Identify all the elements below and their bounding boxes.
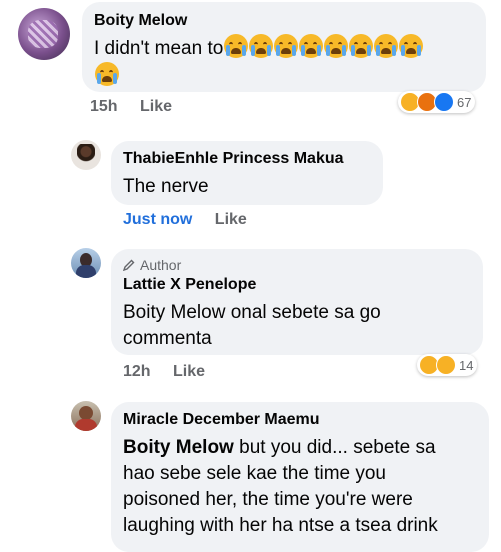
- comment-text-line: poisoned her, the time you're were: [123, 489, 413, 510]
- comment-meta: 12h Like: [123, 363, 223, 381]
- comment-text-body: I didn't mean to: [94, 38, 224, 59]
- avatar[interactable]: [71, 248, 101, 278]
- avatar[interactable]: [71, 140, 101, 170]
- author-name[interactable]: Boity Melow: [94, 12, 486, 30]
- comment-text: The nerve: [123, 176, 209, 197]
- timestamp[interactable]: 15h: [90, 98, 118, 115]
- author-name[interactable]: Lattie X Penelope: [123, 276, 483, 294]
- timestamp[interactable]: 12h: [123, 363, 151, 380]
- comment-meta: 15h Like: [90, 98, 190, 116]
- like-button[interactable]: Like: [173, 363, 205, 380]
- comment-text: Boity Melow but you did... sebete sa hao…: [123, 435, 489, 539]
- wow-icon: [436, 355, 456, 375]
- comment-text: I didn't mean to: [94, 34, 486, 90]
- comment-bubble: Author Lattie X Penelope Boity Melow ona…: [111, 249, 483, 355]
- crying-emoji-icon: [223, 34, 424, 59]
- author-badge: Author: [122, 257, 483, 273]
- pencil-icon: [122, 258, 135, 272]
- timestamp[interactable]: Just now: [123, 211, 192, 228]
- reaction-count: 14: [459, 357, 474, 373]
- author-name[interactable]: ThabieEnhle Princess Makua: [123, 150, 383, 168]
- comment-text-line: Boity Melow but you did... sebete sa: [123, 435, 489, 461]
- comment-text-line: commenta: [123, 328, 212, 349]
- like-button[interactable]: Like: [140, 98, 172, 115]
- comment-meta: Just now Like: [123, 211, 265, 229]
- comment-bubble: Boity Melow I didn't mean to: [82, 2, 486, 92]
- crying-emoji-icon: [94, 62, 119, 87]
- reaction-summary[interactable]: 67: [398, 91, 476, 113]
- comment-text-line: Boity Melow onal sebete sa go: [123, 302, 381, 323]
- comment-text-segment: but you did... sebete sa: [233, 437, 436, 458]
- author-name[interactable]: Miracle December Maemu: [123, 411, 489, 429]
- comment-bubble: Miracle December Maemu Boity Melow but y…: [111, 402, 489, 552]
- avatar[interactable]: [18, 8, 70, 60]
- comment-text-line: laughing with her ha ntse a tsea drink: [123, 515, 438, 536]
- author-badge-label: Author: [140, 257, 182, 273]
- reaction-summary[interactable]: 14: [417, 354, 478, 376]
- comment-bubble: ThabieEnhle Princess Makua The nerve: [111, 141, 383, 205]
- like-icon: [434, 92, 454, 112]
- like-button[interactable]: Like: [215, 211, 247, 228]
- avatar[interactable]: [71, 401, 101, 431]
- reaction-count: 67: [457, 94, 472, 110]
- comment-text-line: hao sebe sele kae the time you: [123, 463, 387, 484]
- comment-text: Boity Melow onal sebete sa go commenta: [123, 300, 483, 352]
- mention-link[interactable]: Boity Melow: [123, 437, 234, 458]
